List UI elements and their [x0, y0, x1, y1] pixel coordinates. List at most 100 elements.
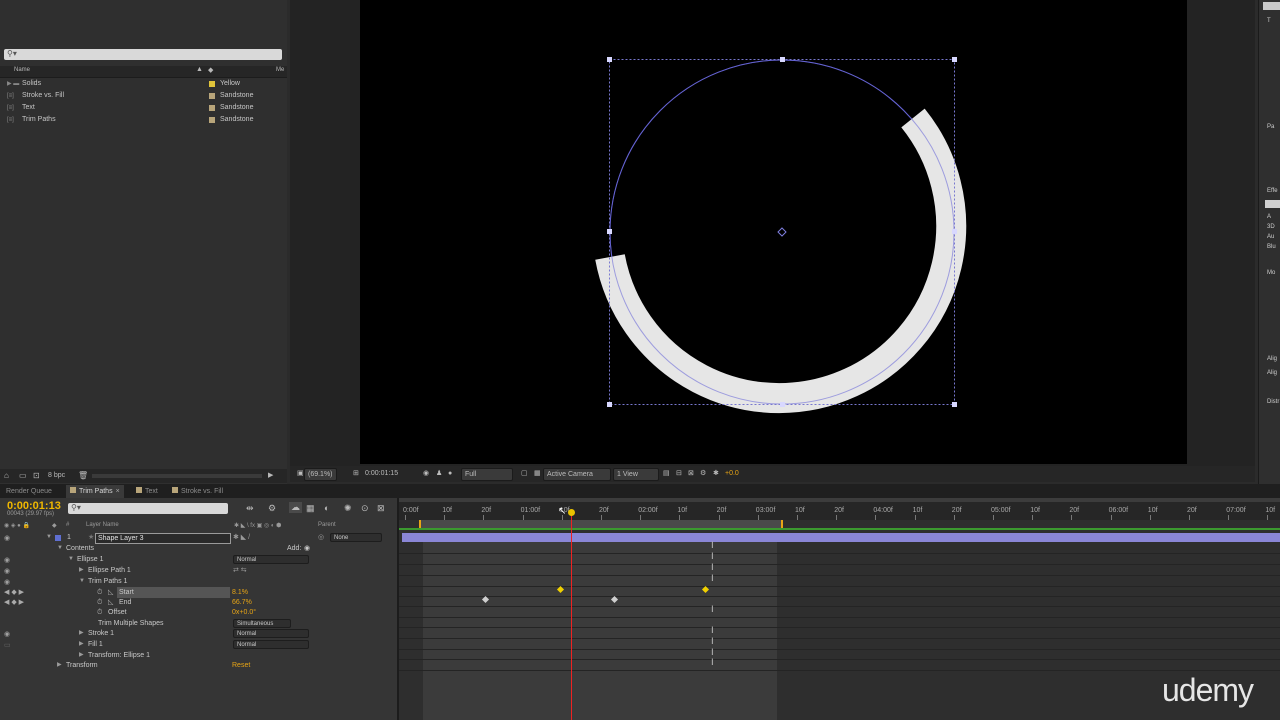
- tab-render-queue[interactable]: Render Queue: [2, 485, 56, 498]
- resolution-dropdown[interactable]: Full: [461, 468, 513, 481]
- twirl-down-icon[interactable]: ▼: [79, 576, 85, 587]
- tab-trim-paths[interactable]: Trim Paths ×: [66, 485, 124, 498]
- close-icon[interactable]: ×: [116, 488, 120, 495]
- tab-stroke-vs-fill[interactable]: Stroke vs. Fill: [168, 485, 227, 498]
- time-navigator[interactable]: [399, 498, 1280, 502]
- effect-category[interactable]: Blu: [1267, 244, 1276, 250]
- path-direction-icons[interactable]: ⇄ ⇆: [233, 565, 247, 576]
- effects-search-input[interactable]: [1265, 200, 1280, 208]
- label-color-swatch[interactable]: [209, 81, 215, 87]
- label-color-swatch[interactable]: [209, 93, 215, 99]
- project-item[interactable]: ▶ ▬ Solids Yellow: [0, 78, 287, 90]
- comp-mini-flowchart-icon[interactable]: ⇹: [246, 503, 254, 514]
- new-folder-icon[interactable]: ▭: [19, 471, 27, 480]
- project-item[interactable]: [≡] Stroke vs. Fill Sandstone: [0, 90, 287, 102]
- time-ruler[interactable]: 0:00f 10f 20f 01:00f 10f 20f 02:00f 10f 20f 03:00…: [399, 502, 1280, 520]
- exposure-icon[interactable]: ✱: [710, 468, 722, 479]
- tools-tab[interactable]: [1263, 2, 1280, 10]
- bit-depth-button[interactable]: 8 bpc: [48, 472, 65, 479]
- blend-mode-dropdown[interactable]: Normal: [233, 629, 309, 638]
- media-column-header[interactable]: Me: [276, 67, 284, 73]
- effect-category[interactable]: A: [1267, 214, 1271, 220]
- horizontal-scrollbar[interactable]: [92, 474, 262, 478]
- twirl-down-icon[interactable]: ▼: [68, 554, 74, 565]
- twirl-right-icon[interactable]: ▶: [79, 639, 84, 650]
- camera-dropdown[interactable]: Active Camera: [543, 468, 611, 481]
- layer-label-swatch[interactable]: [55, 535, 61, 541]
- name-column-header[interactable]: Name: [14, 67, 30, 73]
- tab-text[interactable]: Text: [132, 485, 162, 498]
- label-tag-icon[interactable]: ◆: [208, 66, 213, 74]
- parent-column[interactable]: Parent: [318, 522, 336, 528]
- sort-arrow-icon[interactable]: ▲: [196, 66, 203, 73]
- shy-layers-icon[interactable]: ☁: [289, 502, 302, 513]
- magnification-dropdown[interactable]: (69.1%): [304, 468, 337, 481]
- panel-divider[interactable]: [397, 498, 399, 720]
- ellipse-group-row[interactable]: ◉ ▼ Ellipse 1 Normal: [0, 554, 397, 565]
- shape-layer-graphic[interactable]: [360, 0, 1187, 464]
- label-color-swatch[interactable]: [209, 117, 215, 123]
- add-icon[interactable]: ◉: [304, 543, 310, 554]
- brainstorm-icon[interactable]: ✺: [344, 503, 352, 514]
- contents-row[interactable]: ▼ Contents Add: ◉: [0, 543, 397, 554]
- channel-icon[interactable]: ●: [445, 468, 455, 479]
- work-area-bar[interactable]: [419, 520, 783, 528]
- layer-row-shape-layer-3[interactable]: ◉ ▼ 1 ★ Shape Layer 3 ✱ ◣ / ◎ None: [0, 532, 397, 544]
- new-comp-icon[interactable]: ⊡: [33, 471, 40, 480]
- twirl-down-icon[interactable]: ▼: [46, 532, 52, 543]
- project-search-input[interactable]: ⚲▾: [4, 49, 282, 60]
- toggle-pixel-icon[interactable]: ▤: [660, 468, 673, 479]
- trash-icon[interactable]: 🗑: [78, 471, 88, 480]
- stroke-row[interactable]: ◉ ▶ Stroke 1 Normal: [0, 628, 397, 639]
- safe-zones-icon[interactable]: ⊞: [350, 468, 362, 479]
- blend-mode-dropdown[interactable]: Normal: [233, 640, 309, 649]
- region-of-interest-icon[interactable]: ▢: [518, 468, 531, 479]
- timeline-icon[interactable]: ⊠: [685, 468, 697, 479]
- snapshot-icon[interactable]: ◉: [420, 468, 432, 479]
- offset-property-row[interactable]: ⏱ Offset 0x+0.0°: [0, 607, 397, 618]
- add-button[interactable]: Add:: [287, 543, 301, 554]
- layer-duration-bar[interactable]: [402, 533, 1280, 542]
- composition-canvas[interactable]: [360, 0, 1187, 464]
- flowchart-icon[interactable]: ⚙: [697, 468, 709, 479]
- twirl-down-icon[interactable]: ▼: [57, 543, 63, 554]
- current-time-indicator-head[interactable]: [568, 509, 575, 516]
- pickwhip-icon[interactable]: ◎: [318, 532, 324, 543]
- transparency-grid-icon[interactable]: ▦: [531, 468, 544, 479]
- layer-switches-icons[interactable]: ✱ ◣ /: [233, 532, 250, 543]
- effect-category[interactable]: 3D: [1267, 224, 1275, 230]
- reset-link[interactable]: Reset: [232, 660, 250, 671]
- current-time-indicator[interactable]: [571, 510, 572, 720]
- project-item[interactable]: [≡] Text Sandstone: [0, 102, 287, 114]
- view-layout-dropdown[interactable]: 1 View: [613, 468, 659, 481]
- fill-row[interactable]: ▭ ▶ Fill 1 Normal: [0, 639, 397, 650]
- graph-editor-icon[interactable]: ⊠: [377, 503, 385, 514]
- parent-dropdown[interactable]: None: [330, 533, 382, 542]
- frame-blending-icon[interactable]: ▦: [306, 503, 315, 514]
- twirl-right-icon[interactable]: ▶: [79, 628, 84, 639]
- scroll-right-icon[interactable]: ▶: [268, 471, 273, 479]
- current-time-display[interactable]: 0:00:01:15: [362, 468, 401, 479]
- interpret-footage-icon[interactable]: ⌂: [4, 471, 9, 480]
- fast-preview-icon[interactable]: ⊟: [673, 468, 685, 479]
- effect-category[interactable]: Au: [1267, 234, 1274, 240]
- transform-row[interactable]: ▶ Transform Reset: [0, 660, 397, 671]
- motion-blur-icon[interactable]: ◐: [324, 503, 329, 513]
- ellipse-path-row[interactable]: ◉ ▶ Ellipse Path 1 ⇄ ⇆: [0, 565, 397, 576]
- offset-value[interactable]: 0x+0.0°: [232, 607, 256, 618]
- stopwatch-icon[interactable]: ⏱: [97, 607, 102, 618]
- twirl-right-icon[interactable]: ▶: [79, 565, 84, 576]
- trim-multiple-shapes-dropdown[interactable]: Simultaneous: [233, 619, 291, 628]
- twirl-right-icon[interactable]: ▶: [57, 660, 62, 671]
- label-color-swatch[interactable]: [209, 105, 215, 111]
- project-item[interactable]: [≡] Trim Paths Sandstone: [0, 114, 287, 126]
- blend-mode-dropdown[interactable]: Normal: [233, 555, 309, 564]
- type-tool-icon[interactable]: T: [1267, 18, 1271, 24]
- auto-keyframe-icon[interactable]: ⊙: [361, 503, 369, 514]
- show-snapshot-icon[interactable]: ♟: [433, 468, 445, 479]
- draft-3d-icon[interactable]: ⚙: [268, 503, 276, 514]
- layer-name-column[interactable]: Layer Name: [86, 522, 119, 528]
- timeline-search-input[interactable]: ⚲▾: [68, 503, 228, 514]
- trim-paths-row[interactable]: ◉ ▼ Trim Paths 1: [0, 576, 397, 587]
- exposure-value[interactable]: +0.0: [722, 468, 742, 479]
